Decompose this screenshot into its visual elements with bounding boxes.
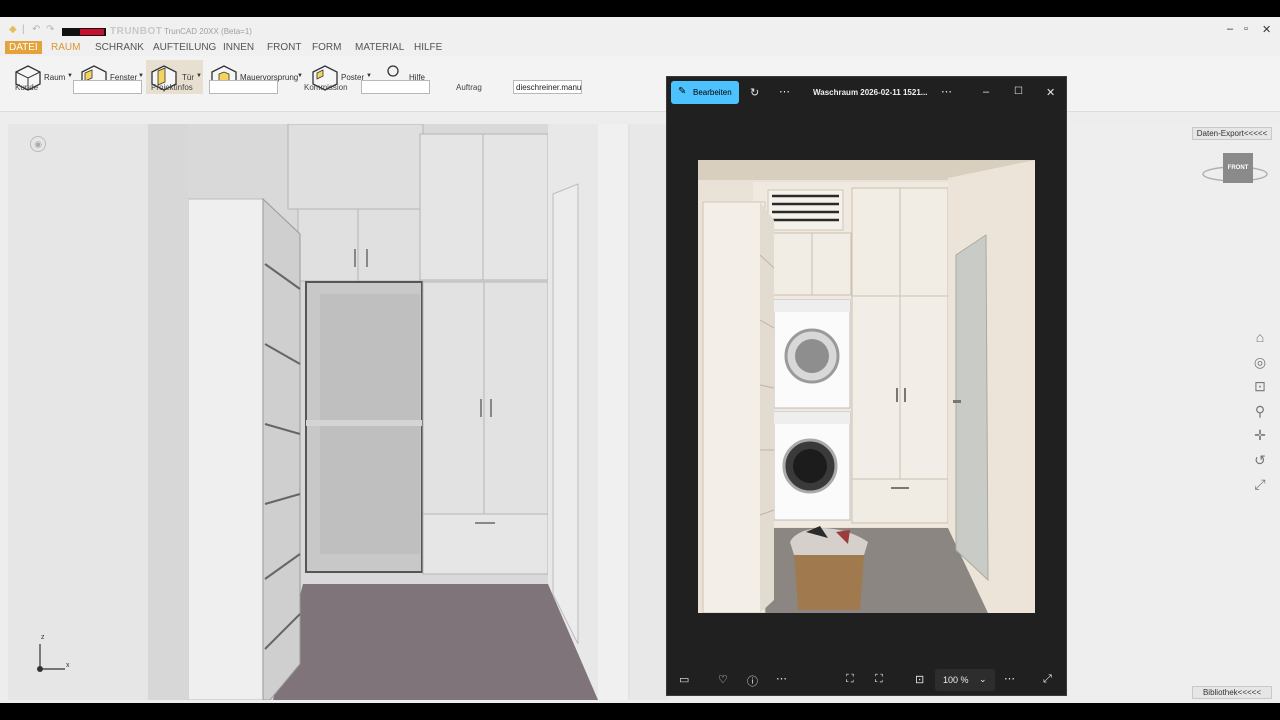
redo-icon[interactable]: ↷: [46, 24, 54, 35]
menu-bar: DATEI RAUM SCHRANK AUFTEILUNG INNEN FRON…: [0, 41, 1280, 56]
axis-x-label: x: [66, 662, 70, 669]
edit-image-icon: ✎: [678, 86, 687, 97]
axis-z-label: z: [41, 634, 45, 641]
restore-button[interactable]: ▫: [1244, 23, 1248, 35]
fit-window-icon[interactable]: ⊡: [915, 673, 924, 686]
laundry-room-image: [698, 160, 1035, 613]
auftrag-input[interactable]: [513, 80, 582, 94]
minimize-button[interactable]: –: [1227, 23, 1233, 35]
axis-gizmo-icon: [37, 644, 65, 672]
menu-hilfe[interactable]: HILFE: [414, 42, 442, 53]
laundry-room-photo: [698, 160, 1035, 613]
separator: |: [22, 24, 25, 35]
menu-schrank[interactable]: SCHRANK: [95, 42, 144, 53]
photos-maximize-button[interactable]: ☐: [1014, 86, 1023, 97]
projektinfos-label: Projektinfos: [151, 83, 193, 92]
edit-button-label: Bearbeiten: [693, 88, 732, 97]
menu-datei[interactable]: DATEI: [5, 41, 42, 54]
auftrag-label: Auftrag: [456, 83, 482, 92]
kommission-input[interactable]: [361, 80, 430, 94]
zoom-dropdown[interactable]: 100 % ⌄: [935, 669, 995, 691]
projektinfos-input[interactable]: [209, 80, 278, 94]
bibliothek-tab[interactable]: Bibliothek<<<<<: [1192, 686, 1272, 699]
more-options-icon[interactable]: ⋯: [779, 85, 790, 98]
redacted-logo: [62, 28, 106, 36]
favorite-heart-icon[interactable]: ♡: [718, 673, 728, 686]
photos-bottom-bar: ▭ ♡ ⓘ ⋯ ⛶ ⛶ ⊡ 100 % ⌄ ⋯ ⤢: [667, 665, 1066, 695]
desktop-screen: ◆ | ↶ ↷ TRUNBOT TrunCAD 20XX (Beta=1) – …: [0, 17, 1280, 703]
fullscreen-icon[interactable]: ⤢: [1043, 673, 1052, 686]
photo-file-title: Waschraum 2026-02-11 1521...: [813, 88, 928, 97]
kunde-label: Kunde: [15, 83, 39, 92]
photos-title-bar: ✎ Bearbeiten ↻ ⋯ Waschraum 2026-02-11 15…: [667, 77, 1066, 109]
fit-icon[interactable]: ⤢: [1251, 475, 1269, 493]
raum-label: Raum: [44, 73, 66, 82]
tuer-label: Tür: [182, 73, 194, 82]
orbit-icon[interactable]: ◎: [1251, 353, 1269, 371]
rotate-image-icon[interactable]: ↻: [750, 86, 759, 99]
zoom-icon[interactable]: ⚲: [1251, 402, 1269, 420]
kunde-input[interactable]: [73, 80, 142, 94]
zoom-more-icon[interactable]: ⋯: [1004, 672, 1015, 685]
dropdown-arrow-icon: ▼: [196, 73, 202, 79]
dropdown-arrow-icon: ▼: [366, 73, 372, 79]
info-icon[interactable]: ⓘ: [747, 673, 758, 689]
undo-icon[interactable]: ↶: [32, 24, 40, 35]
menu-front[interactable]: FRONT: [267, 42, 301, 53]
photos-close-button[interactable]: ✕: [1046, 86, 1055, 99]
zoom-window-icon[interactable]: ⊡: [1251, 377, 1269, 395]
edit-button[interactable]: ✎ Bearbeiten: [671, 81, 739, 104]
home-icon[interactable]: ⌂: [1251, 328, 1269, 346]
close-button[interactable]: ✕: [1262, 23, 1271, 36]
photos-viewer-window: ✎ Bearbeiten ↻ ⋯ Waschraum 2026-02-11 15…: [666, 76, 1067, 696]
right-panel: [1066, 124, 1280, 700]
rotate-icon[interactable]: ↺: [1251, 451, 1269, 469]
menu-innen[interactable]: INNEN: [223, 42, 254, 53]
menu-raum[interactable]: RAUM: [51, 42, 80, 53]
visual-search-icon[interactable]: ⛶: [846, 673, 854, 686]
daten-export-tab[interactable]: Daten-Export<<<<<: [1192, 127, 1272, 140]
dropdown-arrow-icon: ▼: [67, 73, 73, 79]
scan-text-icon[interactable]: ⛶: [875, 673, 883, 686]
menu-form[interactable]: FORM: [312, 42, 341, 53]
filmstrip-icon[interactable]: ▭: [679, 673, 689, 686]
app-title: TrunCAD 20XX (Beta=1): [164, 27, 252, 36]
dropdown-arrow-icon: ▼: [138, 73, 144, 79]
room-3d-render: [8, 124, 668, 700]
dropdown-arrow-icon: ▼: [297, 73, 303, 79]
title-bar: ◆ | ↶ ↷ TRUNBOT TrunCAD 20XX (Beta=1) – …: [0, 17, 1280, 41]
zoom-value: 100 %: [943, 675, 969, 685]
menu-material[interactable]: MATERIAL: [355, 42, 404, 53]
title-more-icon[interactable]: ⋯: [941, 85, 952, 98]
pan-icon[interactable]: ✛: [1251, 426, 1269, 444]
chevron-down-icon: ⌄: [979, 674, 987, 684]
bottom-letterbox: [0, 703, 1280, 720]
photos-minimize-button[interactable]: –: [983, 86, 989, 98]
menu-aufteilung[interactable]: AUFTEILUNG: [153, 42, 216, 53]
visibility-eye-icon[interactable]: ◉: [30, 136, 46, 152]
brand-name: TRUNBOT: [110, 26, 163, 37]
view-cube[interactable]: FRONT: [1223, 153, 1253, 183]
bottom-more-icon[interactable]: ⋯: [776, 672, 787, 685]
kommission-label: Kommission: [304, 83, 348, 92]
app-logo-icon: ◆: [9, 24, 17, 35]
3d-viewport[interactable]: ◉ z x: [8, 124, 668, 700]
